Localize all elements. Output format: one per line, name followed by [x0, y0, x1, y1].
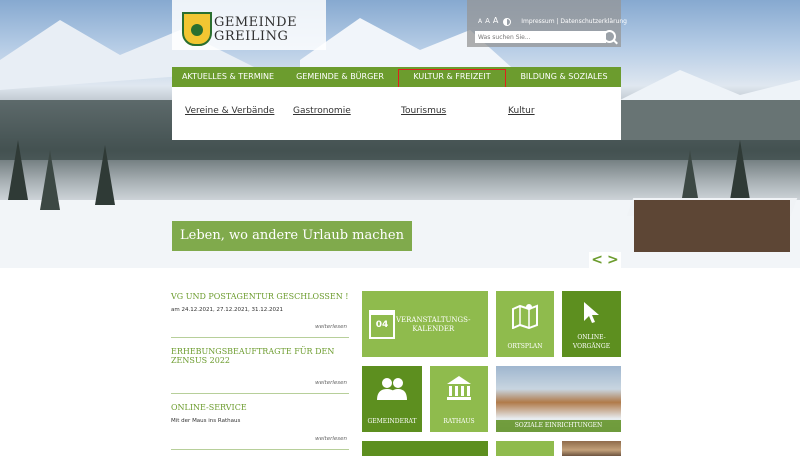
hero-slogan: Leben, wo andere Urlaub machen: [172, 221, 412, 251]
tile-label: RATHAUS: [443, 418, 475, 425]
news-title[interactable]: ONLINE-SERVICE: [171, 403, 349, 412]
people-icon: [377, 378, 407, 400]
tile-label: SOZIALE EINRICHTUNGEN: [496, 420, 621, 432]
font-size-medium[interactable]: A: [485, 17, 490, 25]
contrast-icon[interactable]: [503, 17, 512, 26]
news-read-more[interactable]: weiterlesen: [315, 380, 347, 386]
font-size-small[interactable]: A: [478, 18, 482, 25]
site-logo[interactable]: GEMEINDE GREILING: [172, 0, 326, 50]
news-item[interactable]: VG UND POSTAGENTUR GESCHLOSSEN ! am 24.1…: [171, 292, 349, 338]
search-input[interactable]: [475, 31, 606, 43]
slider-next-button[interactable]: >: [607, 253, 619, 267]
tile-label: VERANSTALTUNGS-: [396, 316, 471, 324]
tile-label: GEMEINDERAT: [367, 418, 417, 425]
nav-kultur[interactable]: KULTUR & FREIZEIT: [396, 67, 508, 89]
main-navigation: AKTUELLES & TERMINE GEMEINDE & BÜRGER KU…: [172, 67, 621, 89]
hut: [634, 200, 790, 252]
utility-box: AAA Impressum | Datenschutzerklärung: [467, 0, 627, 47]
nav-bildung[interactable]: BILDUNG & SOZIALES: [508, 67, 620, 87]
slider-prev-button[interactable]: <: [591, 253, 603, 267]
tile-partial[interactable]: [496, 441, 554, 456]
calendar-icon: 04: [369, 310, 395, 339]
tile-online-services[interactable]: ONLINE- VORGÄNGE: [562, 291, 621, 357]
news-item[interactable]: ERHEBUNGSBEAUFTRAGTE FÜR DEN ZENSUS 2022…: [171, 347, 349, 395]
cursor-icon: [584, 302, 599, 323]
tile-partial-photo[interactable]: [562, 441, 621, 456]
nav-aktuelles[interactable]: AKTUELLES & TERMINE: [172, 67, 284, 87]
news-read-more[interactable]: weiterlesen: [315, 436, 347, 442]
search-icon[interactable]: [603, 30, 616, 43]
dropdown-kultur[interactable]: Kultur: [508, 106, 535, 116]
news-text: am 24.12.2021, 27.12.2021, 31.12.2021: [171, 307, 283, 313]
coat-of-arms-icon: [182, 12, 212, 46]
news-title[interactable]: VG UND POSTAGENTUR GESCHLOSSEN !: [171, 292, 349, 301]
dropdown-vereine[interactable]: Vereine & Verbände: [185, 106, 274, 116]
tile-label: KALENDER: [412, 325, 455, 333]
tile-label: VORGÄNGE: [572, 343, 611, 350]
nav-dropdown: Vereine & Verbände Gastronomie Tourismus…: [172, 87, 621, 140]
news-title[interactable]: ERHEBUNGSBEAUFTRAGTE FÜR DEN ZENSUS 2022: [171, 347, 349, 365]
news-item[interactable]: ONLINE-SERVICE Mit der Maus ins Rathaus …: [171, 403, 349, 453]
slider-controls: < >: [589, 252, 621, 268]
news-text: Mit der Maus ins Rathaus: [171, 418, 241, 424]
dropdown-gastronomie[interactable]: Gastronomie: [293, 106, 351, 116]
tile-label: ONLINE-: [577, 334, 606, 341]
logo-line1: GEMEINDE: [214, 15, 298, 30]
tile-event-calendar[interactable]: 04 VERANSTALTUNGS- KALENDER: [362, 291, 488, 357]
tile-townhall[interactable]: RATHAUS: [430, 366, 488, 432]
nav-gemeinde[interactable]: GEMEINDE & BÜRGER: [284, 67, 396, 87]
dropdown-tourismus[interactable]: Tourismus: [401, 106, 446, 116]
tile-council[interactable]: GEMEINDERAT: [362, 366, 422, 432]
tile-partial[interactable]: [362, 441, 488, 456]
font-size-large[interactable]: A: [493, 16, 498, 25]
tile-social-facilities[interactable]: SOZIALE EINRICHTUNGEN: [496, 366, 621, 432]
tile-label: ORTSPLAN: [507, 343, 543, 350]
legal-links[interactable]: Impressum | Datenschutzerklärung: [521, 18, 627, 25]
tile-map[interactable]: ORTSPLAN: [496, 291, 554, 357]
news-read-more[interactable]: weiterlesen: [315, 324, 347, 330]
logo-line2: GREILING: [214, 29, 289, 44]
map-icon: [512, 304, 538, 329]
townhall-icon: [447, 376, 471, 400]
